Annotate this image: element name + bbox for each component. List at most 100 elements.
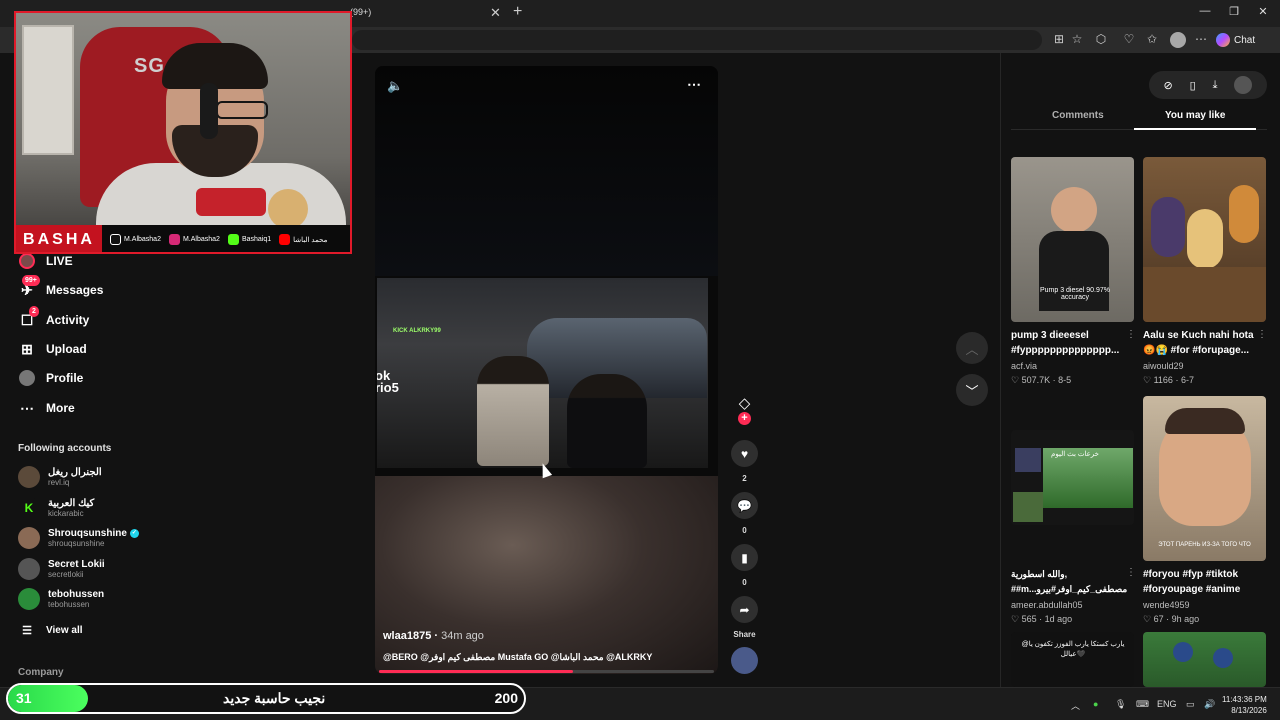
video-card-thumbnail[interactable]: خرعات بث اليوم xyxy=(1011,430,1134,525)
card-hashtags[interactable]: #foryoupage #anime xyxy=(1143,582,1261,597)
like-button[interactable]: ♥ xyxy=(731,440,758,467)
tab-you-may-like[interactable]: You may like xyxy=(1165,110,1225,121)
comment-count: 0 xyxy=(742,526,747,535)
more-options-icon[interactable]: ⋯ xyxy=(687,76,701,93)
view-all-label: View all xyxy=(46,624,83,636)
close-tab-icon[interactable]: ✕ xyxy=(490,5,501,21)
share-icon: ➦ xyxy=(739,602,750,617)
card-user[interactable]: aiwould29 xyxy=(1143,361,1184,371)
next-video-button[interactable]: ﹀ xyxy=(956,374,988,406)
minimize-icon[interactable]: — xyxy=(1197,5,1213,17)
split-screen-icon[interactable]: ⊞ xyxy=(1051,32,1067,46)
account-item[interactable]: K كيك العربية kickarabic xyxy=(18,495,94,521)
user-avatar[interactable] xyxy=(1234,76,1253,94)
comment-button[interactable]: 💬 xyxy=(731,492,758,519)
video-card-thumbnail[interactable] xyxy=(1143,632,1266,687)
phone-icon[interactable]: ▯ xyxy=(1190,79,1196,92)
favorites-icon[interactable]: ✩ xyxy=(1144,32,1160,46)
favorite-star-icon[interactable]: ☆ xyxy=(1069,32,1085,46)
video-player[interactable]: KICK ALKRKY99 ok rio5 🔈 ⋯ wlaa1875 · 34m… xyxy=(375,66,718,674)
video-frame: KICK ALKRKY99 ok rio5 xyxy=(377,278,708,468)
card-title[interactable]: Aalu se Kuch nahi hota xyxy=(1143,328,1261,343)
card-title[interactable]: #foryou #fyp #tiktok xyxy=(1143,567,1261,582)
heart-outline-icon: ♡ xyxy=(1011,614,1022,624)
messages-icon: ✈ 99+ xyxy=(18,275,40,299)
sidebar-item-label: Profile xyxy=(46,371,84,385)
volume-tray-icon[interactable]: 🔊 xyxy=(1204,699,1215,710)
volume-icon[interactable]: 🔈 xyxy=(387,78,403,94)
sidebar-item-upload[interactable]: ⊞ Upload xyxy=(18,338,87,360)
video-card-thumbnail[interactable]: ЭТОТ ПАРЕНЬ ИЗ-ЗА ТОГО ЧТО xyxy=(1143,396,1266,561)
upload-icon: ⊞ xyxy=(21,340,33,357)
account-item[interactable]: Shrouqsunshine ✓ shrouqsunshine xyxy=(18,525,139,551)
follow-button[interactable]: + xyxy=(738,412,751,425)
tab-comments[interactable]: Comments xyxy=(1052,110,1104,121)
sidebar-item-activity[interactable]: ☐ 2 Activity xyxy=(18,306,89,331)
card-title[interactable]: والله اسطورية, xyxy=(1011,567,1129,582)
social-banner: BASHA M.Albasha2 M.Albasha2 Bashaiq1 محم… xyxy=(16,225,350,252)
card-hashtags[interactable]: ##m...مصطفى_كيم_اوفر#بيرو xyxy=(1011,582,1129,597)
card-more-icon[interactable]: ⋮ xyxy=(1126,567,1136,578)
microphone-icon[interactable]: 🎙 xyxy=(1115,699,1126,710)
avatar xyxy=(18,558,40,580)
sidebar-item-messages[interactable]: ✈ 99+ Messages xyxy=(18,275,103,301)
social-youtube: محمد الباشا xyxy=(279,234,327,245)
new-tab-button[interactable]: + xyxy=(513,3,522,21)
account-item[interactable]: الجنرال ريغل revl.iq xyxy=(18,464,102,490)
bookshelf xyxy=(22,25,74,155)
card-hashtags[interactable]: 😡😭 #for #forupage... xyxy=(1143,343,1261,358)
video-author[interactable]: wlaa1875 · 34m ago xyxy=(383,630,484,642)
instagram-icon xyxy=(168,234,180,245)
card-user[interactable]: acf.via xyxy=(1011,361,1037,371)
youtube-icon xyxy=(279,234,291,245)
profile-avatar[interactable] xyxy=(1170,32,1186,48)
view-all-link[interactable]: ☰ View all xyxy=(18,619,83,641)
extensions-icon[interactable]: ⬡ xyxy=(1093,32,1109,46)
system-clock[interactable]: 11:43:36 PM 8/13/2026 xyxy=(1222,694,1267,716)
restore-icon[interactable]: ❐ xyxy=(1226,5,1242,18)
card-stats: ♡ 565 · 1d ago xyxy=(1011,614,1073,624)
activity-badge: 2 xyxy=(29,306,39,317)
card-title[interactable]: pump 3 dieeesel xyxy=(1011,328,1129,343)
previous-video-button[interactable]: ︿ xyxy=(956,332,988,364)
video-card-thumbnail[interactable]: Pump 3 diesel 90.97% accuracy xyxy=(1011,157,1134,322)
video-card-thumbnail[interactable] xyxy=(1143,157,1266,322)
sidebar-item-profile[interactable]: Profile xyxy=(18,367,83,389)
company-footer-link[interactable]: Company xyxy=(18,667,64,678)
card-user[interactable]: ameer.abdullah05 xyxy=(1011,600,1083,610)
like-count: 2 xyxy=(742,474,747,483)
account-item[interactable]: tebohussen tebohussen xyxy=(18,586,104,612)
browser-essentials-icon[interactable]: ♡ xyxy=(1121,32,1137,46)
active-tab-indicator xyxy=(1134,128,1256,130)
bookmark-button[interactable]: ▮ xyxy=(731,544,758,571)
card-more-icon[interactable]: ⋮ xyxy=(1126,329,1136,340)
streamer-webcam: SG BASHA M.Albasha2 M.Albasha2 Bashaiq1 … xyxy=(14,11,352,254)
copilot-chat-button[interactable]: Chat xyxy=(1216,31,1255,49)
share-button[interactable]: ➦ xyxy=(731,596,758,623)
network-app-icon[interactable]: ● xyxy=(1093,699,1098,709)
address-bar[interactable] xyxy=(352,30,1042,50)
sidebar-item-more[interactable]: ⋯ More xyxy=(18,397,75,419)
download-icon[interactable]: ⤓ xyxy=(1213,79,1218,92)
account-item[interactable]: Secret Lokii secretlokii xyxy=(18,556,105,582)
donation-goal-bar: 31 نجيب حاسبة جديد 200 xyxy=(6,683,526,714)
language-indicator[interactable]: ENG xyxy=(1157,699,1177,709)
video-progress-fill xyxy=(379,670,574,673)
video-progress-bar[interactable] xyxy=(379,670,714,673)
sound-disc-avatar[interactable] xyxy=(731,647,758,674)
settings-more-icon[interactable]: ⋯ xyxy=(1193,32,1209,46)
video-blurred-area xyxy=(375,476,718,674)
verified-badge-icon: ✓ xyxy=(129,528,139,538)
video-card-thumbnail[interactable]: @يارب كستكا يارب الفوزز تكفون يا عيالل🖤 xyxy=(1011,632,1134,687)
goal-current: 31 xyxy=(16,690,32,706)
card-more-icon[interactable]: ⋮ xyxy=(1257,329,1267,340)
card-hashtags[interactable]: #fypppppppppppppp... xyxy=(1011,343,1129,358)
compass-icon[interactable]: ⊘ xyxy=(1163,79,1172,92)
tray-overflow-icon[interactable]: ︿ xyxy=(1071,699,1080,712)
goal-max: 200 xyxy=(494,690,518,706)
wifi-icon[interactable]: ▭ xyxy=(1186,699,1195,710)
keyboard-icon[interactable]: ⌨ xyxy=(1136,699,1149,710)
microphone xyxy=(196,188,266,216)
card-user[interactable]: wende4959 xyxy=(1143,600,1190,610)
close-window-icon[interactable]: ✕ xyxy=(1255,5,1271,18)
